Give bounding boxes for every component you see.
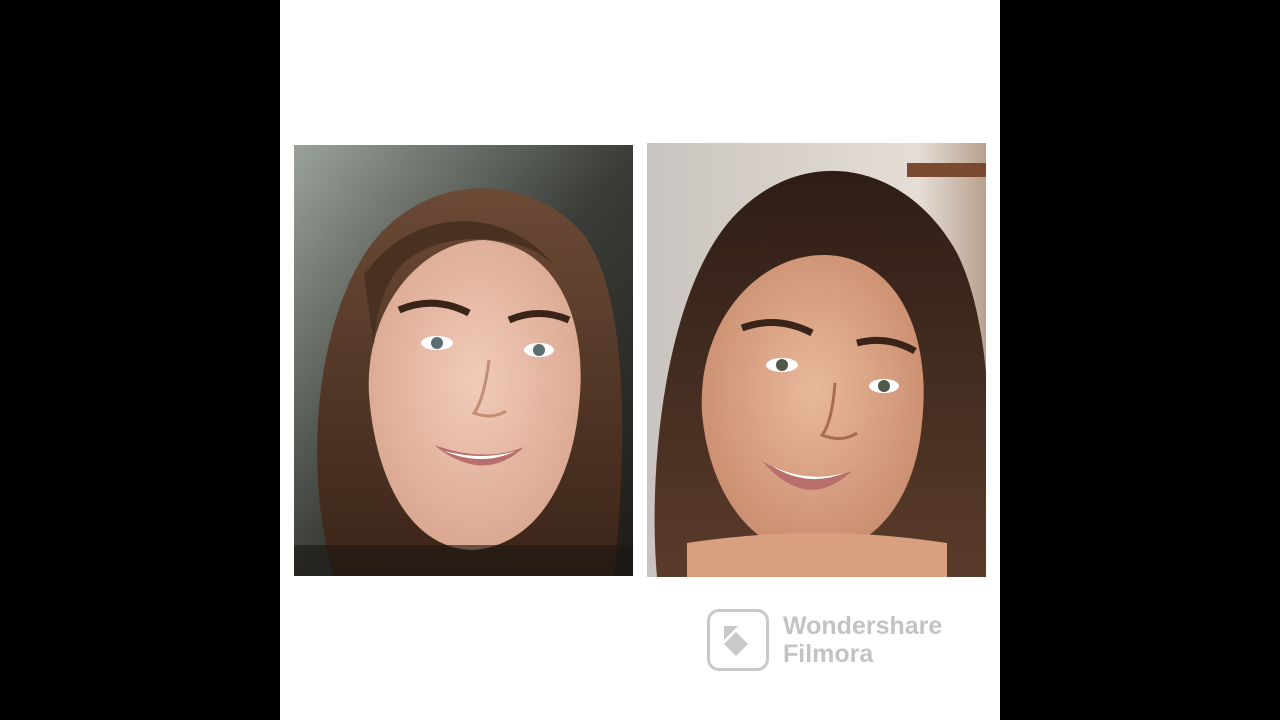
portrait-right-photo [647,143,986,577]
watermark-line-1: Wondershare [783,612,943,640]
filmora-watermark: Wondershare Filmora [707,609,942,671]
filmora-logo-icon [707,609,769,671]
portrait-left-photo [294,145,633,576]
watermark-line-2: Filmora [783,640,874,668]
video-frame: Wondershare Filmora [280,0,1000,720]
